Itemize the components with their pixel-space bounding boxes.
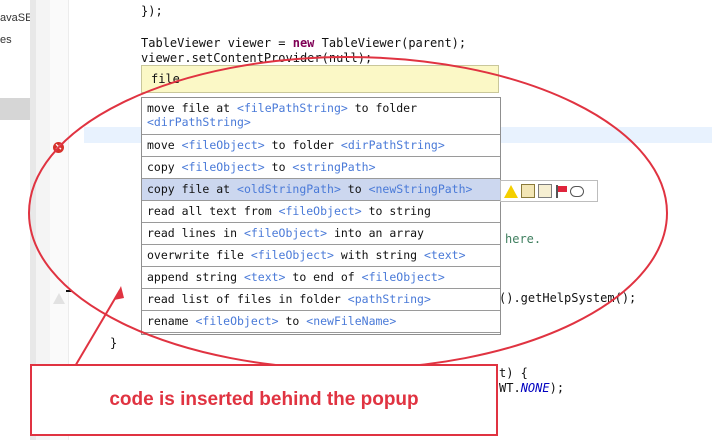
annotation-arrow-line [73,289,121,369]
annotation-callout: code is inserted behind the popup [30,364,498,436]
annotation-arrow-head [114,286,124,300]
annotation-ellipse [28,56,668,370]
callout-text: code is inserted behind the popup [109,389,419,410]
